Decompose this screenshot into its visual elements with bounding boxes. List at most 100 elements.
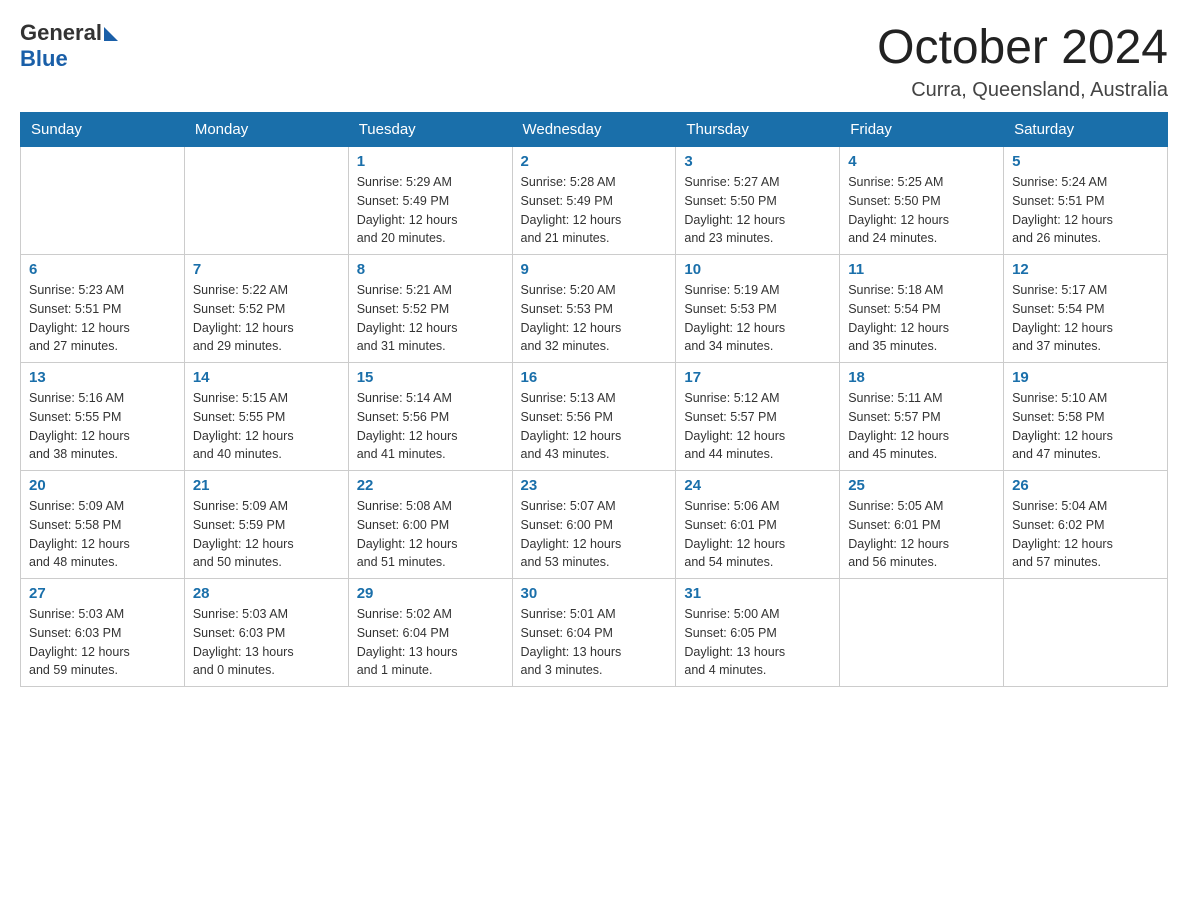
day-number: 23	[521, 477, 668, 494]
day-number: 20	[29, 477, 176, 494]
location-label: Curra, Queensland, Australia	[877, 79, 1168, 102]
day-info: Sunrise: 5:15 AM Sunset: 5:55 PM Dayligh…	[193, 389, 340, 464]
week-row-4: 20Sunrise: 5:09 AM Sunset: 5:58 PM Dayli…	[21, 471, 1168, 579]
day-number: 27	[29, 585, 176, 602]
calendar-cell	[1004, 579, 1168, 687]
calendar-cell: 8Sunrise: 5:21 AM Sunset: 5:52 PM Daylig…	[348, 255, 512, 363]
calendar-cell: 31 Sunrise: 5:00 AM Sunset: 6:05 PM Dayli…	[676, 579, 840, 687]
day-number: 8	[357, 261, 504, 278]
column-header-saturday: Saturday	[1004, 113, 1168, 147]
day-info: Sunrise: 5:29 AM Sunset: 5:49 PM Dayligh…	[357, 173, 504, 248]
day-info: Sunrise: 5:03 AM Sunset: 6:03 PM Dayligh…	[29, 605, 176, 680]
day-number: 18	[848, 369, 995, 386]
calendar-cell: 28 Sunrise: 5:03 AM Sunset: 6:03 PM Dayli…	[184, 579, 348, 687]
day-number: 21	[193, 477, 340, 494]
day-info: Sunrise: 5:18 AM Sunset: 5:54 PM Dayligh…	[848, 281, 995, 356]
logo-blue-text: Blue	[20, 46, 118, 72]
day-number: 19	[1012, 369, 1159, 386]
calendar-cell: 11Sunrise: 5:18 AM Sunset: 5:54 PM Dayli…	[840, 255, 1004, 363]
day-number: 28	[193, 585, 340, 602]
calendar-cell	[184, 147, 348, 255]
day-number: 30	[521, 585, 668, 602]
calendar-cell: 6 Sunrise: 5:23 AM Sunset: 5:51 PM Daylig…	[21, 255, 185, 363]
calendar-cell: 22 Sunrise: 5:08 AM Sunset: 6:00 PM Dayli…	[348, 471, 512, 579]
logo-general-text: General	[20, 20, 102, 46]
day-number: 15	[357, 369, 504, 386]
column-header-friday: Friday	[840, 113, 1004, 147]
day-number: 24	[684, 477, 831, 494]
calendar-cell	[840, 579, 1004, 687]
column-header-monday: Monday	[184, 113, 348, 147]
calendar-cell: 9 Sunrise: 5:20 AM Sunset: 5:53 PM Daylig…	[512, 255, 676, 363]
week-row-2: 6 Sunrise: 5:23 AM Sunset: 5:51 PM Daylig…	[21, 255, 1168, 363]
day-info: Sunrise: 5:25 AM Sunset: 5:50 PM Dayligh…	[848, 173, 995, 248]
calendar-cell: 23 Sunrise: 5:07 AM Sunset: 6:00 PM Dayli…	[512, 471, 676, 579]
day-number: 2	[521, 153, 668, 170]
logo-triangle-icon	[104, 27, 118, 41]
calendar-cell: 19 Sunrise: 5:10 AM Sunset: 5:58 PM Dayli…	[1004, 363, 1168, 471]
day-info: Sunrise: 5:14 AM Sunset: 5:56 PM Dayligh…	[357, 389, 504, 464]
column-header-tuesday: Tuesday	[348, 113, 512, 147]
calendar-cell: 27 Sunrise: 5:03 AM Sunset: 6:03 PM Dayli…	[21, 579, 185, 687]
day-number: 31	[684, 585, 831, 602]
calendar-table: SundayMondayTuesdayWednesdayThursdayFrid…	[20, 112, 1168, 687]
day-info: Sunrise: 5:28 AM Sunset: 5:49 PM Dayligh…	[521, 173, 668, 248]
day-number: 6	[29, 261, 176, 278]
day-info: Sunrise: 5:23 AM Sunset: 5:51 PM Dayligh…	[29, 281, 176, 356]
day-info: Sunrise: 5:00 AM Sunset: 6:05 PM Dayligh…	[684, 605, 831, 680]
calendar-cell: 30Sunrise: 5:01 AM Sunset: 6:04 PM Dayli…	[512, 579, 676, 687]
week-row-5: 27 Sunrise: 5:03 AM Sunset: 6:03 PM Dayli…	[21, 579, 1168, 687]
day-info: Sunrise: 5:02 AM Sunset: 6:04 PM Dayligh…	[357, 605, 504, 680]
day-number: 25	[848, 477, 995, 494]
column-header-thursday: Thursday	[676, 113, 840, 147]
day-number: 3	[684, 153, 831, 170]
day-info: Sunrise: 5:06 AM Sunset: 6:01 PM Dayligh…	[684, 497, 831, 572]
calendar-cell: 16Sunrise: 5:13 AM Sunset: 5:56 PM Dayli…	[512, 363, 676, 471]
calendar-cell: 26 Sunrise: 5:04 AM Sunset: 6:02 PM Dayli…	[1004, 471, 1168, 579]
day-number: 13	[29, 369, 176, 386]
day-info: Sunrise: 5:16 AM Sunset: 5:55 PM Dayligh…	[29, 389, 176, 464]
day-number: 12	[1012, 261, 1159, 278]
day-info: Sunrise: 5:03 AM Sunset: 6:03 PM Dayligh…	[193, 605, 340, 680]
day-info: Sunrise: 5:12 AM Sunset: 5:57 PM Dayligh…	[684, 389, 831, 464]
calendar-cell: 12 Sunrise: 5:17 AM Sunset: 5:54 PM Dayli…	[1004, 255, 1168, 363]
column-header-wednesday: Wednesday	[512, 113, 676, 147]
calendar-cell: 17 Sunrise: 5:12 AM Sunset: 5:57 PM Dayli…	[676, 363, 840, 471]
column-header-sunday: Sunday	[21, 113, 185, 147]
calendar-cell: 29 Sunrise: 5:02 AM Sunset: 6:04 PM Dayli…	[348, 579, 512, 687]
calendar-cell: 25Sunrise: 5:05 AM Sunset: 6:01 PM Dayli…	[840, 471, 1004, 579]
day-number: 26	[1012, 477, 1159, 494]
calendar-cell: 4 Sunrise: 5:25 AM Sunset: 5:50 PM Daylig…	[840, 147, 1004, 255]
month-title: October 2024	[877, 20, 1168, 75]
day-number: 22	[357, 477, 504, 494]
day-info: Sunrise: 5:08 AM Sunset: 6:00 PM Dayligh…	[357, 497, 504, 572]
page-header: General Blue October 2024 Curra, Queensl…	[20, 20, 1168, 102]
day-number: 5	[1012, 153, 1159, 170]
day-number: 14	[193, 369, 340, 386]
day-info: Sunrise: 5:19 AM Sunset: 5:53 PM Dayligh…	[684, 281, 831, 356]
day-number: 10	[684, 261, 831, 278]
day-number: 7	[193, 261, 340, 278]
calendar-cell: 2 Sunrise: 5:28 AM Sunset: 5:49 PM Daylig…	[512, 147, 676, 255]
day-number: 16	[521, 369, 668, 386]
day-number: 9	[521, 261, 668, 278]
calendar-cell: 21Sunrise: 5:09 AM Sunset: 5:59 PM Dayli…	[184, 471, 348, 579]
calendar-cell: 3 Sunrise: 5:27 AM Sunset: 5:50 PM Daylig…	[676, 147, 840, 255]
day-number: 4	[848, 153, 995, 170]
calendar-cell: 13 Sunrise: 5:16 AM Sunset: 5:55 PM Dayli…	[21, 363, 185, 471]
calendar-cell: 18Sunrise: 5:11 AM Sunset: 5:57 PM Dayli…	[840, 363, 1004, 471]
day-info: Sunrise: 5:17 AM Sunset: 5:54 PM Dayligh…	[1012, 281, 1159, 356]
day-info: Sunrise: 5:10 AM Sunset: 5:58 PM Dayligh…	[1012, 389, 1159, 464]
day-info: Sunrise: 5:07 AM Sunset: 6:00 PM Dayligh…	[521, 497, 668, 572]
calendar-header-row: SundayMondayTuesdayWednesdayThursdayFrid…	[21, 113, 1168, 147]
day-number: 29	[357, 585, 504, 602]
day-info: Sunrise: 5:04 AM Sunset: 6:02 PM Dayligh…	[1012, 497, 1159, 572]
calendar-cell: 10 Sunrise: 5:19 AM Sunset: 5:53 PM Dayli…	[676, 255, 840, 363]
day-info: Sunrise: 5:20 AM Sunset: 5:53 PM Dayligh…	[521, 281, 668, 356]
calendar-cell: 1Sunrise: 5:29 AM Sunset: 5:49 PM Daylig…	[348, 147, 512, 255]
logo: General Blue	[20, 20, 118, 72]
day-info: Sunrise: 5:27 AM Sunset: 5:50 PM Dayligh…	[684, 173, 831, 248]
day-number: 17	[684, 369, 831, 386]
day-info: Sunrise: 5:24 AM Sunset: 5:51 PM Dayligh…	[1012, 173, 1159, 248]
calendar-cell	[21, 147, 185, 255]
